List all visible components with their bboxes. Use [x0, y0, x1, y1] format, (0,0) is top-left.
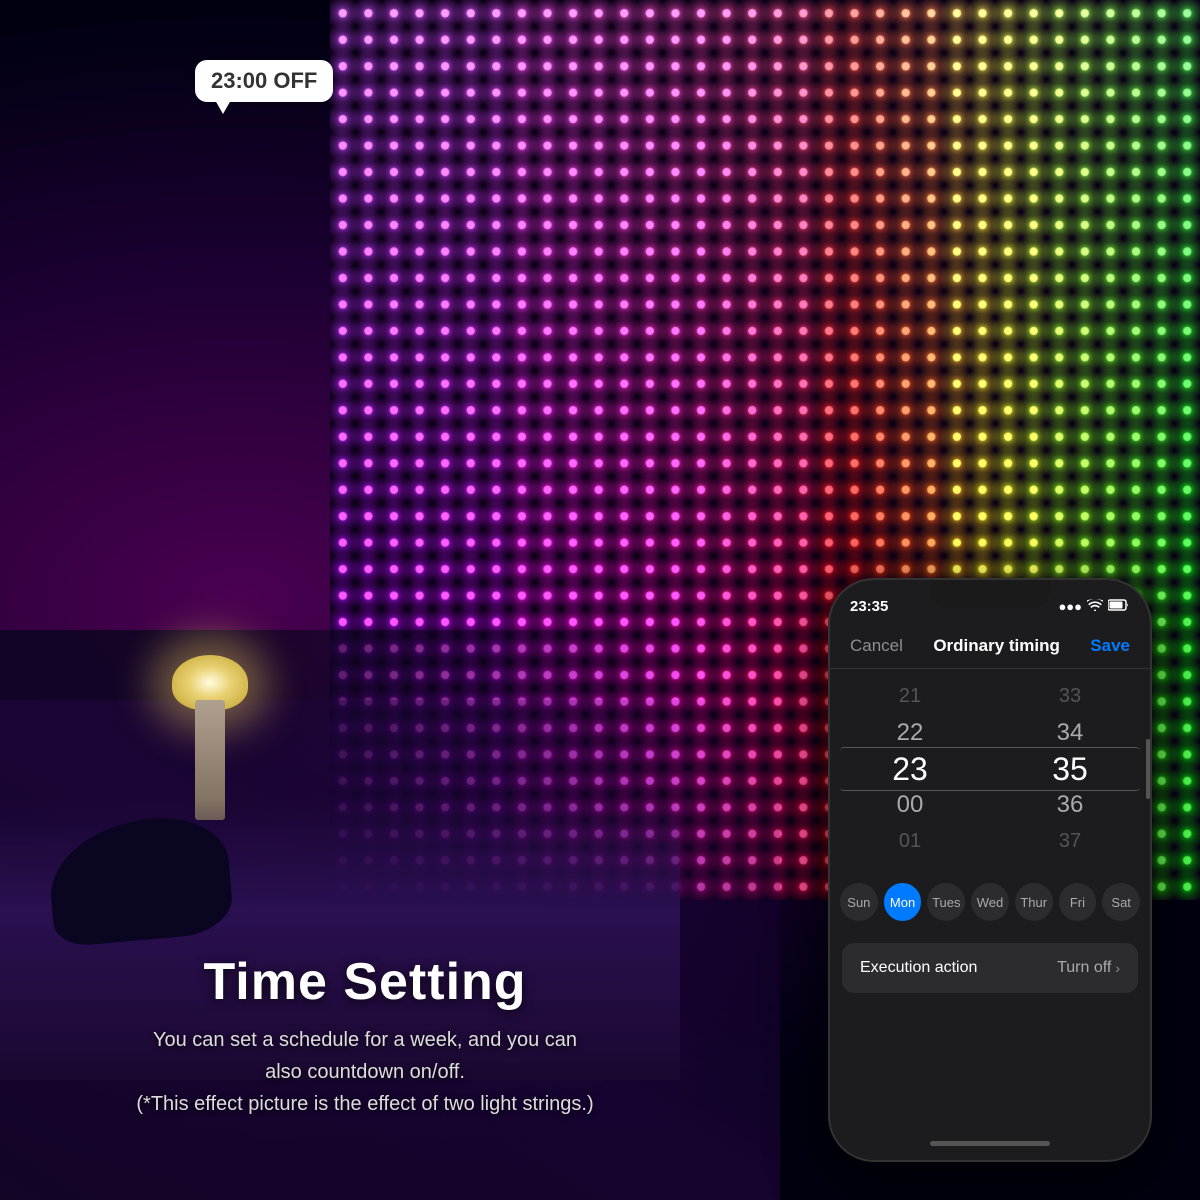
subtitle: You can set a schedule for a week, and y…	[40, 1024, 690, 1120]
cancel-button[interactable]: Cancel	[850, 636, 903, 656]
battery-icon	[1108, 599, 1130, 614]
day-label-thur: Thur	[1020, 895, 1047, 910]
day-label-fri: Fri	[1070, 895, 1085, 910]
minute-item-4[interactable]: 37	[990, 823, 1150, 859]
day-label-tues: Tues	[932, 895, 960, 910]
phone: 23:35 ●●●	[830, 580, 1150, 1160]
minute-item-3[interactable]: 36	[990, 788, 1150, 824]
scroll-indicator	[1146, 739, 1150, 799]
subtitle-line2: also countdown on/off.	[265, 1061, 465, 1083]
minute-item-1[interactable]: 34	[990, 715, 1150, 751]
day-btn-sat[interactable]: Sat	[1102, 883, 1140, 921]
minute-item-selected[interactable]: 35	[990, 751, 1150, 788]
hour-item-3[interactable]: 00	[830, 788, 990, 824]
chevron-right-icon: ›	[1115, 960, 1120, 976]
speech-bubble: 23:00 OFF	[195, 60, 333, 102]
minute-item-0[interactable]: 33	[990, 679, 1150, 715]
page-title: Time Setting	[40, 952, 690, 1012]
signal-icon: ●●●	[1058, 599, 1082, 614]
minutes-column[interactable]: 33 34 35 36 37	[990, 679, 1150, 859]
day-label-mon: Mon	[890, 895, 915, 910]
wifi-icon	[1087, 599, 1103, 614]
hours-column[interactable]: 21 22 23 00 01	[830, 679, 990, 859]
phone-notch	[930, 580, 1050, 608]
day-selector: Sun Mon Tues Wed Thur Fri Sat	[830, 869, 1150, 935]
day-btn-tues[interactable]: Tues	[927, 883, 965, 921]
subtitle-line3: (*This effect picture is the effect of t…	[136, 1093, 593, 1115]
home-indicator	[930, 1141, 1050, 1146]
execution-value-text: Turn off	[1057, 959, 1111, 977]
hour-item-1[interactable]: 22	[830, 715, 990, 751]
phone-bottom-bar	[830, 1126, 1150, 1160]
day-btn-mon[interactable]: Mon	[884, 883, 922, 921]
day-label-wed: Wed	[977, 895, 1004, 910]
hour-item-4[interactable]: 01	[830, 823, 990, 859]
phone-nav: Cancel Ordinary timing Save	[830, 624, 1150, 669]
execution-value: Turn off ›	[1057, 959, 1120, 977]
hour-item-selected[interactable]: 23	[830, 751, 990, 788]
speech-bubble-text: 23:00 OFF	[211, 68, 317, 93]
time-picker[interactable]: 21 22 23 00 01 33 34 35 36 37	[830, 669, 1150, 869]
save-button[interactable]: Save	[1090, 636, 1130, 656]
day-btn-thur[interactable]: Thur	[1015, 883, 1053, 921]
execution-label: Execution action	[860, 959, 977, 977]
day-btn-sun[interactable]: Sun	[840, 883, 878, 921]
status-time: 23:35	[850, 598, 888, 615]
nav-title: Ordinary timing	[933, 636, 1060, 656]
subtitle-line1: You can set a schedule for a week, and y…	[153, 1029, 577, 1051]
day-btn-wed[interactable]: Wed	[971, 883, 1009, 921]
execution-action-row[interactable]: Execution action Turn off ›	[842, 943, 1138, 993]
day-label-sat: Sat	[1111, 895, 1131, 910]
hour-item-0[interactable]: 21	[830, 679, 990, 715]
background-scene: 23:00 OFF Time Setting You can set a sch…	[0, 0, 1200, 1200]
status-icons: ●●●	[1058, 599, 1130, 614]
day-btn-fri[interactable]: Fri	[1059, 883, 1097, 921]
bottom-text-area: Time Setting You can set a schedule for …	[0, 952, 730, 1120]
phone-screen: Cancel Ordinary timing Save 21 22 23 00 …	[830, 624, 1150, 1160]
day-label-sun: Sun	[847, 895, 870, 910]
